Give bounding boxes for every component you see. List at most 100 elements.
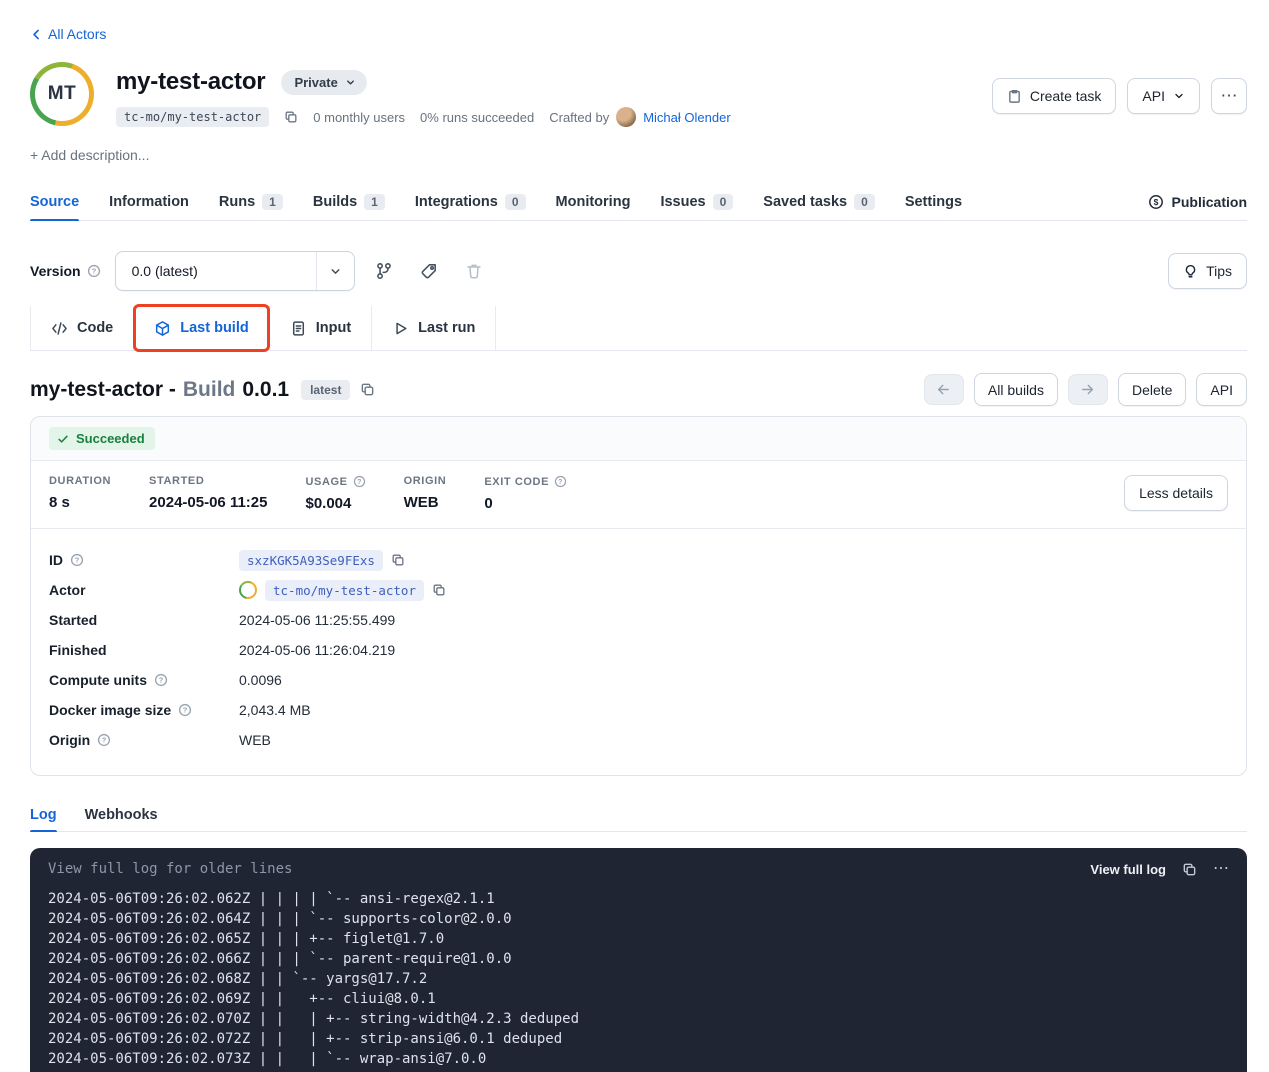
tab-label: Information bbox=[109, 194, 189, 210]
help-icon[interactable]: ? bbox=[554, 475, 567, 488]
box-icon bbox=[154, 320, 171, 337]
log-line: 2024-05-06T09:26:02.070Z | | | +-- strin… bbox=[48, 1009, 1229, 1029]
detail-row-origin: Origin ? WEB bbox=[49, 725, 1228, 755]
build-title: my-test-actor - Build 0.0.1 bbox=[30, 378, 289, 402]
tab-issues[interactable]: Issues0 bbox=[660, 183, 733, 220]
actor-link-badge[interactable]: tc-mo/my-test-actor bbox=[265, 580, 424, 601]
tab-label: Issues bbox=[660, 194, 705, 210]
actor-avatar-initials: MT bbox=[35, 67, 89, 121]
code-icon bbox=[51, 320, 68, 337]
log-line: 2024-05-06T09:26:02.068Z | | `-- yargs@1… bbox=[48, 969, 1229, 989]
more-actions-button[interactable]: ⋯ bbox=[1211, 78, 1247, 114]
trash-icon[interactable] bbox=[465, 262, 483, 280]
subtab-last-build[interactable]: Last build bbox=[133, 306, 268, 350]
svg-text:?: ? bbox=[558, 479, 563, 486]
tab-integrations[interactable]: Integrations0 bbox=[415, 183, 526, 220]
tab-settings[interactable]: Settings bbox=[905, 183, 962, 220]
tab-count-badge: 0 bbox=[505, 194, 526, 210]
log-line: 2024-05-06T09:26:02.062Z | | | | `-- ans… bbox=[48, 889, 1229, 909]
monthly-users-stat: 0 monthly users bbox=[313, 110, 405, 125]
chevron-down-icon bbox=[1173, 90, 1185, 102]
actor-slug-badge: tc-mo/my-test-actor bbox=[116, 107, 269, 127]
tab-log[interactable]: Log bbox=[30, 798, 57, 831]
build-api-button[interactable]: API bbox=[1196, 373, 1247, 406]
help-icon[interactable]: ? bbox=[353, 475, 366, 488]
publication-link[interactable]: $ Publication bbox=[1148, 183, 1247, 220]
less-details-button[interactable]: Less details bbox=[1124, 475, 1228, 511]
tips-button[interactable]: Tips bbox=[1168, 253, 1247, 289]
visibility-dropdown[interactable]: Private bbox=[281, 70, 366, 95]
chevron-down-icon bbox=[316, 252, 354, 290]
build-title-version: 0.0.1 bbox=[242, 378, 289, 402]
log-panel: View full log for older lines View full … bbox=[30, 848, 1247, 1072]
help-icon[interactable]: ? bbox=[87, 264, 101, 278]
svg-text:?: ? bbox=[91, 267, 96, 276]
view-full-log-link[interactable]: View full log bbox=[1090, 862, 1166, 877]
version-selected-value: 0.0 (latest) bbox=[132, 263, 198, 279]
tab-runs[interactable]: Runs1 bbox=[219, 183, 283, 220]
tab-label: Log bbox=[30, 807, 57, 823]
add-description-link[interactable]: + Add description... bbox=[30, 147, 149, 163]
tab-label: Webhooks bbox=[85, 807, 158, 823]
tab-label: Source bbox=[30, 194, 79, 210]
tag-icon[interactable] bbox=[420, 262, 438, 280]
less-details-label: Less details bbox=[1139, 485, 1213, 501]
help-icon[interactable]: ? bbox=[178, 703, 192, 717]
author-link[interactable]: Michał Olender bbox=[643, 110, 730, 125]
tab-webhooks[interactable]: Webhooks bbox=[85, 798, 158, 831]
branch-icon[interactable] bbox=[375, 262, 393, 280]
copy-icon[interactable] bbox=[391, 553, 405, 567]
build-title-word: Build bbox=[183, 378, 236, 402]
tab-information[interactable]: Information bbox=[109, 183, 189, 220]
tab-label: Runs bbox=[219, 194, 255, 210]
subtab-label: Last build bbox=[180, 320, 248, 336]
latest-badge: latest bbox=[301, 380, 350, 400]
help-icon[interactable]: ? bbox=[154, 673, 168, 687]
all-builds-button[interactable]: All builds bbox=[974, 373, 1058, 406]
build-api-label: API bbox=[1210, 382, 1233, 398]
copy-icon[interactable] bbox=[1182, 862, 1197, 877]
tab-saved-tasks[interactable]: Saved tasks0 bbox=[763, 183, 875, 220]
chevron-left-icon bbox=[30, 28, 43, 41]
page-title: my-test-actor bbox=[116, 68, 265, 96]
svg-text:?: ? bbox=[75, 556, 80, 565]
log-lines[interactable]: 2024-05-06T09:26:02.062Z | | | | `-- ans… bbox=[30, 885, 1247, 1072]
previous-build-button[interactable] bbox=[924, 374, 964, 405]
tab-monitoring[interactable]: Monitoring bbox=[556, 183, 631, 220]
version-label: Version bbox=[30, 263, 81, 279]
subtab-last-run[interactable]: Last run bbox=[371, 306, 496, 350]
log-line: 2024-05-06T09:26:02.066Z | | | `-- paren… bbox=[48, 949, 1229, 969]
runs-succeeded-stat: 0% runs succeeded bbox=[420, 110, 534, 125]
api-button[interactable]: API bbox=[1127, 78, 1200, 114]
main-tabbar: Source Information Runs1 Builds1 Integra… bbox=[30, 183, 1247, 221]
log-line: 2024-05-06T09:26:02.064Z | | | `-- suppo… bbox=[48, 909, 1229, 929]
delete-button[interactable]: Delete bbox=[1118, 373, 1186, 406]
subtab-input[interactable]: Input bbox=[269, 306, 371, 350]
play-icon bbox=[392, 320, 409, 337]
next-build-button[interactable] bbox=[1068, 374, 1108, 405]
svg-text:$: $ bbox=[1153, 197, 1158, 207]
subtab-code[interactable]: Code bbox=[30, 306, 133, 350]
help-icon[interactable]: ? bbox=[70, 553, 84, 567]
tab-source[interactable]: Source bbox=[30, 183, 79, 220]
copy-icon[interactable] bbox=[284, 110, 298, 124]
version-select[interactable]: 0.0 (latest) bbox=[115, 251, 355, 291]
help-icon[interactable]: ? bbox=[97, 733, 111, 747]
create-task-label: Create task bbox=[1030, 88, 1102, 104]
log-tabbar: Log Webhooks bbox=[30, 798, 1247, 832]
detail-row-finished: Finished 2024-05-06 11:26:04.219 bbox=[49, 635, 1228, 665]
crafted-by-label: Crafted by bbox=[549, 110, 609, 125]
breadcrumb[interactable]: All Actors bbox=[30, 26, 106, 42]
tab-builds[interactable]: Builds1 bbox=[313, 183, 385, 220]
log-more-icon[interactable]: ⋯ bbox=[1213, 861, 1229, 877]
create-task-button[interactable]: Create task bbox=[992, 78, 1117, 114]
copy-icon[interactable] bbox=[432, 583, 446, 597]
tab-label: Settings bbox=[905, 194, 962, 210]
svg-text:?: ? bbox=[159, 676, 164, 685]
page: All Actors MT my-test-actor Private tc-m… bbox=[0, 26, 1269, 1072]
actor-avatar: MT bbox=[30, 62, 94, 126]
stat-usage: USAGE ? $0.004 bbox=[305, 475, 365, 512]
lightbulb-icon bbox=[1183, 264, 1198, 279]
older-lines-hint[interactable]: View full log for older lines bbox=[48, 861, 292, 877]
copy-icon[interactable] bbox=[360, 382, 375, 397]
